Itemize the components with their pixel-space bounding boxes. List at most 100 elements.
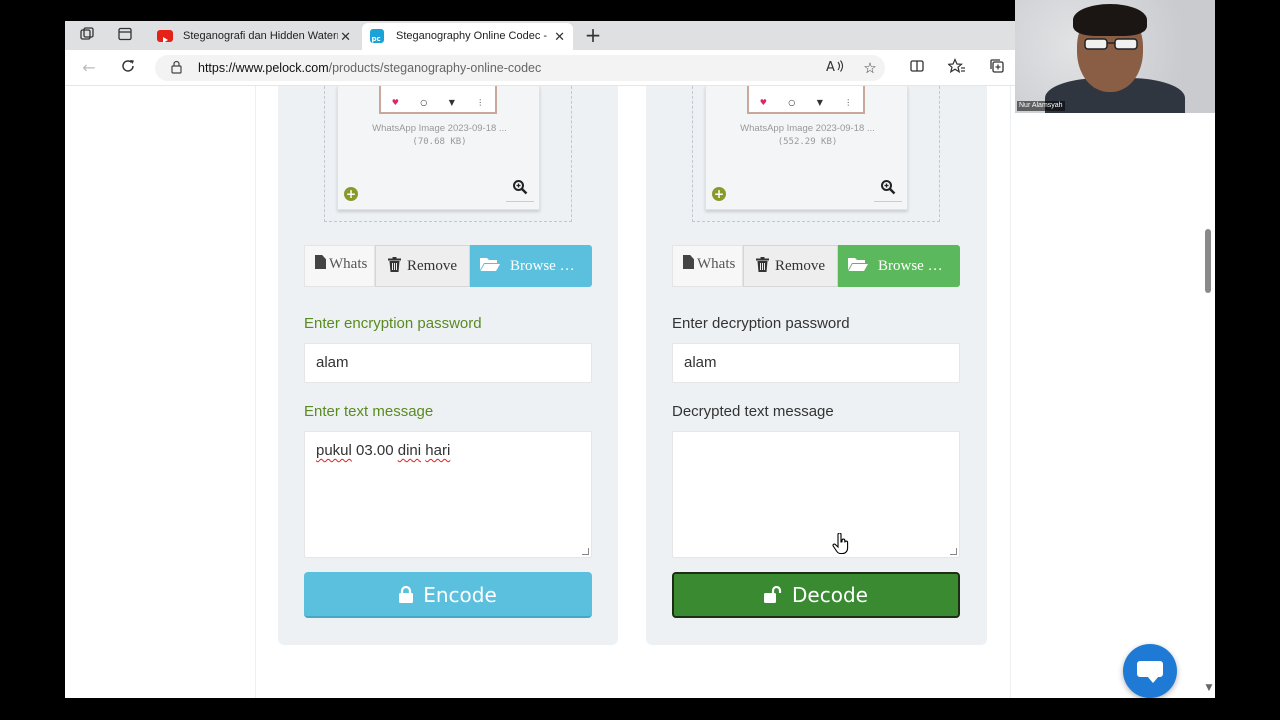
image-dropzone[interactable]: ♥ ○ ▼ ⋮ WhatsApp Image 2023-09-18 ... (70.6… [324, 86, 572, 222]
file-icon [683, 255, 694, 269]
file-name-text: Whats [697, 256, 736, 272]
svg-text:pc: pc [372, 35, 381, 43]
more-icon: ⋮ [476, 98, 485, 107]
password-label: Enter decryption password [672, 315, 850, 332]
webcam-glasses [1084, 38, 1138, 50]
message-label: Enter text message [304, 403, 434, 420]
favorite-star-icon[interactable]: ☆ [860, 58, 880, 78]
zoom-icon[interactable] [880, 179, 896, 195]
lock-icon [399, 586, 414, 603]
more-icon: ⋮ [844, 98, 853, 107]
image-preview-card: ♥ ○ ▼ ⋮ WhatsApp Image 2023-09-18 ... (552.… [705, 86, 908, 210]
hand-cursor-icon [832, 533, 849, 555]
decode-button[interactable]: Decode [672, 572, 960, 618]
scrollbar[interactable]: ▼ [1202, 86, 1215, 698]
trash-icon [388, 257, 401, 272]
decrypted-message-label: Decrypted text message [672, 403, 834, 420]
trash-icon [756, 257, 769, 272]
refresh-icon[interactable] [118, 58, 138, 78]
resize-handle[interactable] [950, 548, 957, 555]
search-icon: ○ [420, 98, 428, 107]
url-path: /products/steganography-online-codec [328, 61, 542, 75]
divider [506, 201, 534, 202]
favorites-icon[interactable] [946, 58, 967, 78]
remove-button[interactable]: Remove [743, 245, 838, 287]
lock-icon[interactable] [171, 60, 182, 74]
search-icon: ○ [788, 98, 796, 107]
resize-handle[interactable] [582, 548, 589, 555]
file-name-text: Whats [329, 256, 368, 272]
browse-label: Browse … [510, 258, 575, 274]
new-tab-icon[interactable]: + [583, 24, 603, 46]
add-icon[interactable]: + [344, 187, 358, 201]
message-word: hari [425, 442, 451, 459]
browse-button[interactable]: Browse … [470, 245, 592, 287]
tab-actions-icon[interactable] [115, 26, 135, 46]
page-content: ♥ ○ ▼ ⋮ WhatsApp Image 2023-09-18 ... (70.6… [65, 86, 1215, 698]
image-thumbnail: ♥ ○ ▼ ⋮ [379, 86, 497, 114]
pelock-icon: pc [370, 29, 384, 43]
scrollbar-thumb[interactable] [1205, 229, 1211, 293]
tab-youtube[interactable]: Steganografi dan Hidden Waterm ✕ [149, 23, 359, 50]
collections-icon[interactable] [987, 58, 1007, 78]
file-input-group: Whats Remove Browse … [672, 245, 960, 287]
filter-icon: ▼ [448, 98, 455, 107]
image-file-name: WhatsApp Image 2023-09-18 ... [372, 123, 507, 134]
zoom-icon[interactable] [512, 179, 528, 195]
participant-name: Nur Alamsyah [1017, 101, 1065, 111]
browser-window: Steganografi dan Hidden Waterm ✕ pc Steg… [65, 21, 1215, 698]
remove-label: Remove [775, 258, 825, 274]
divider [874, 201, 902, 202]
message-word: dini [397, 442, 422, 459]
workspaces-icon[interactable] [77, 26, 97, 46]
text-message-input[interactable]: pukul 03.00 dini hari [304, 431, 592, 558]
encode-panel: ♥ ○ ▼ ⋮ WhatsApp Image 2023-09-18 ... (70.6… [278, 86, 618, 645]
screen: Steganografi dan Hidden Waterm ✕ pc Steg… [0, 0, 1280, 720]
folder-open-icon [848, 258, 868, 271]
encryption-password-input[interactable]: alam [304, 343, 592, 383]
column-divider [255, 86, 256, 698]
youtube-icon [157, 30, 173, 43]
split-screen-icon[interactable] [907, 58, 927, 78]
add-icon[interactable]: + [712, 187, 726, 201]
column-divider [1010, 86, 1011, 698]
decode-label: Decode [792, 583, 868, 607]
password-label: Enter encryption password [304, 315, 482, 332]
chat-icon [1137, 661, 1163, 677]
remove-label: Remove [407, 258, 457, 274]
close-tab-icon[interactable]: ✕ [340, 23, 351, 50]
image-preview-card: ♥ ○ ▼ ⋮ WhatsApp Image 2023-09-18 ... (70.6… [337, 86, 540, 210]
encode-label: Encode [423, 583, 497, 607]
message-word: pukul [316, 442, 352, 459]
read-aloud-icon[interactable]: A [825, 58, 845, 78]
image-file-size: (552.29 KB) [777, 137, 838, 147]
browse-button[interactable]: Browse … [838, 245, 960, 287]
browse-label: Browse … [878, 258, 943, 274]
heart-icon: ♥ [759, 98, 767, 107]
back-icon[interactable]: ← [79, 58, 99, 78]
tab-title: Steganography Online Codec - H [396, 30, 551, 42]
image-dropzone[interactable]: ♥ ○ ▼ ⋮ WhatsApp Image 2023-09-18 ... (552.… [692, 86, 940, 222]
folder-open-icon [480, 258, 500, 271]
chat-button[interactable] [1123, 644, 1177, 698]
remove-button[interactable]: Remove [375, 245, 470, 287]
file-input-group: Whats Remove Browse … [304, 245, 592, 287]
webcam-person-hair [1073, 4, 1147, 36]
webcam-feed: Nur Alamsyah [1015, 0, 1215, 113]
decryption-password-input[interactable]: alam [672, 343, 960, 383]
chat-icon-tail [1147, 676, 1159, 683]
tab-steganography[interactable]: pc Steganography Online Codec - H ✕ [362, 23, 573, 50]
url-host: https://www.pelock.com [198, 61, 329, 75]
filter-icon: ▼ [816, 98, 823, 107]
encode-button[interactable]: Encode [304, 572, 592, 618]
url-text: https://www.pelock.com/products/steganog… [198, 55, 541, 81]
decrypted-message-output[interactable] [672, 431, 960, 558]
selected-file-name: Whats [304, 245, 375, 287]
image-file-name: WhatsApp Image 2023-09-18 ... [740, 123, 875, 134]
scroll-down-icon[interactable]: ▼ [1203, 683, 1215, 693]
selected-file-name: Whats [672, 245, 743, 287]
url-field[interactable]: https://www.pelock.com/products/steganog… [155, 55, 885, 81]
close-tab-icon[interactable]: ✕ [554, 23, 565, 50]
unlock-icon [764, 586, 782, 603]
message-word: 03.00 [356, 442, 394, 459]
